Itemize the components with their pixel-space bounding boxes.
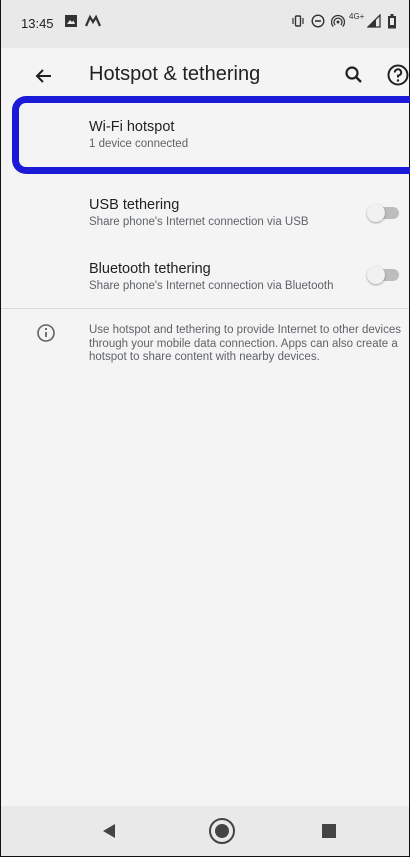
status-time: 13:45 (21, 16, 54, 31)
hotspot-status-icon (330, 14, 346, 33)
nav-back-icon[interactable] (101, 823, 117, 844)
navigation-bar (1, 806, 409, 856)
signal-icon (366, 13, 381, 33)
status-bar: 13:45 4G+ (1, 0, 409, 48)
gmail-notification-icon (84, 14, 102, 33)
info-icon (36, 323, 56, 348)
usb-tethering-toggle[interactable] (367, 204, 401, 222)
divider (1, 308, 409, 309)
battery-icon (387, 14, 397, 34)
search-icon[interactable] (344, 65, 364, 90)
do-not-disturb-icon (311, 14, 325, 33)
bluetooth-tethering-summary: Share phone's Internet connection via Bl… (89, 280, 334, 292)
usb-tethering-row[interactable]: USB tethering Share phone's Internet con… (1, 184, 409, 240)
page-title: Hotspot & tethering (89, 63, 261, 85)
nav-recents-icon[interactable] (322, 824, 336, 843)
usb-tethering-title: USB tethering (89, 197, 180, 213)
info-footer-text: Use hotspot and tethering to provide Int… (89, 324, 401, 363)
vibrate-icon (291, 14, 305, 33)
help-icon[interactable] (387, 63, 409, 92)
usb-tethering-summary: Share phone's Internet connection via US… (89, 216, 309, 228)
screen: 13:45 4G+ Hotspot & tethering Wi-Fi hots… (0, 0, 410, 857)
back-arrow-icon[interactable] (34, 66, 54, 91)
bluetooth-tethering-title: Bluetooth tethering (89, 261, 211, 277)
highlight-box (12, 96, 410, 174)
bluetooth-tethering-row[interactable]: Bluetooth tethering Share phone's Intern… (1, 250, 409, 306)
network-type-label: 4G+ (349, 12, 365, 21)
bluetooth-tethering-toggle[interactable] (367, 266, 401, 284)
gallery-notification-icon (64, 14, 78, 33)
nav-home-icon[interactable] (208, 817, 236, 850)
